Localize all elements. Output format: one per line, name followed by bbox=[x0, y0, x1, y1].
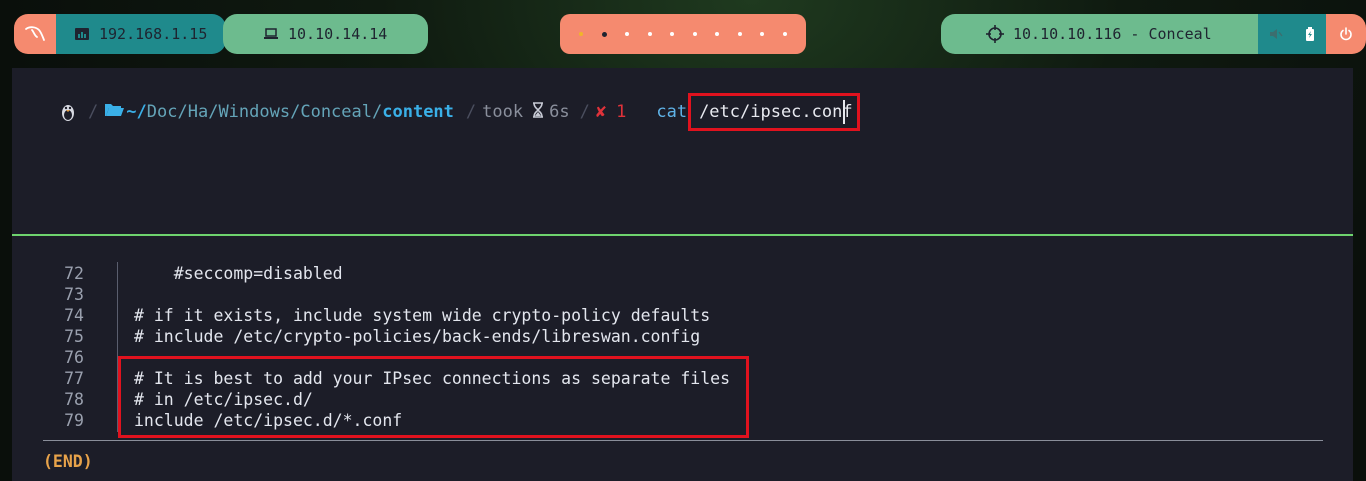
network-icon bbox=[75, 28, 89, 40]
line-number: 75 bbox=[64, 327, 84, 346]
text-cursor bbox=[843, 100, 845, 124]
line-number: 74 bbox=[64, 306, 84, 325]
workspace-9[interactable] bbox=[760, 32, 765, 36]
pager-status-rule bbox=[43, 440, 1323, 441]
workspace-switcher[interactable] bbox=[560, 14, 806, 54]
line-number: 79 bbox=[64, 411, 84, 430]
code-line: # include /etc/crypto-policies/back-ends… bbox=[134, 327, 701, 346]
line-number: 77 bbox=[64, 369, 84, 388]
local-ip-widget: 192.168.1.15 bbox=[56, 14, 226, 54]
crosshair-icon bbox=[986, 25, 1004, 43]
path-doc: Doc bbox=[146, 102, 178, 122]
folder-open-icon bbox=[104, 102, 125, 122]
path-ha: Ha bbox=[187, 102, 209, 122]
current-dir: content bbox=[382, 102, 454, 122]
line-number: 73 bbox=[64, 285, 84, 304]
exit-code: 1 bbox=[616, 102, 627, 122]
power-icon bbox=[1340, 27, 1352, 41]
battery-icon[interactable] bbox=[1305, 27, 1315, 41]
system-tray bbox=[1258, 14, 1326, 54]
took-value: 6s bbox=[549, 102, 570, 122]
vpn-ip-widget: 10.10.14.14 bbox=[223, 14, 428, 54]
workspace-3[interactable] bbox=[625, 32, 630, 36]
linux-penguin-icon bbox=[60, 102, 82, 122]
line-number: 72 bbox=[64, 264, 84, 283]
code-line: # if it exists, include system wide cryp… bbox=[134, 306, 711, 325]
line-number: 76 bbox=[64, 348, 84, 367]
workspace-6[interactable] bbox=[692, 32, 697, 36]
command-highlight-box bbox=[688, 93, 860, 131]
workspace-5[interactable] bbox=[670, 32, 675, 36]
workspace-8[interactable] bbox=[737, 32, 742, 36]
home-path: ~/ bbox=[126, 102, 147, 122]
code-line: #seccomp=disabled bbox=[134, 264, 343, 283]
path-windows: Windows bbox=[218, 102, 291, 122]
local-ip: 192.168.1.15 bbox=[99, 25, 208, 43]
workspace-7[interactable] bbox=[715, 32, 720, 36]
error-x-icon: ✘ bbox=[595, 102, 607, 122]
laptop-icon bbox=[264, 28, 278, 39]
hourglass-icon bbox=[532, 101, 544, 123]
command: cat bbox=[656, 102, 688, 122]
workspace-4[interactable] bbox=[647, 32, 652, 36]
include-highlight-box bbox=[118, 356, 749, 438]
power-button[interactable] bbox=[1326, 14, 1366, 54]
workspace-2[interactable] bbox=[601, 31, 607, 37]
prompt-separator: / bbox=[88, 102, 99, 122]
kali-dragon-icon bbox=[25, 26, 45, 41]
target-label: 10.10.10.116 - Conceal bbox=[1013, 25, 1212, 43]
vpn-ip: 10.10.14.14 bbox=[288, 25, 388, 43]
workspace-10[interactable] bbox=[782, 32, 787, 36]
target-widget: 10.10.10.116 - Conceal bbox=[941, 14, 1258, 54]
pager-end-marker: (END) bbox=[43, 452, 93, 471]
path-conceal: Conceal bbox=[300, 102, 372, 122]
volume-muted-icon[interactable] bbox=[1269, 28, 1283, 40]
prompt-divider bbox=[12, 234, 1353, 236]
kali-menu-button[interactable] bbox=[14, 14, 56, 54]
took-label: took bbox=[482, 102, 524, 122]
workspace-1[interactable] bbox=[579, 32, 584, 36]
line-number: 78 bbox=[64, 390, 84, 409]
